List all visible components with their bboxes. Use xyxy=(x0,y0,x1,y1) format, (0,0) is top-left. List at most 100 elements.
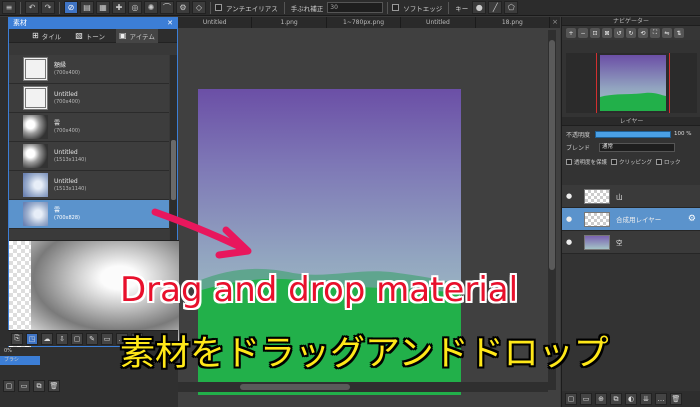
paste-icon[interactable]: ⎘ xyxy=(11,332,23,345)
material-list-scrollbar[interactable] xyxy=(170,55,177,245)
material-size: (1513x1140) xyxy=(54,185,87,192)
delete-icon[interactable]: 🗑 xyxy=(48,380,60,392)
layer-name: 合成用レイヤー xyxy=(616,216,662,224)
mask-icon[interactable]: ◐ xyxy=(625,393,637,405)
list-item-selected[interactable]: 雲 (700x828) xyxy=(9,200,169,229)
tab-tone[interactable]: ▧ トーン xyxy=(72,29,108,43)
more-icon[interactable]: … xyxy=(655,393,667,405)
file-icon[interactable]: ▢ xyxy=(71,332,83,345)
tab-tile[interactable]: ⊞ タイル xyxy=(29,29,64,43)
eye-icon[interactable]: ● xyxy=(562,215,576,223)
merge-icon[interactable]: ⇊ xyxy=(640,393,652,405)
tone-icon: ▧ xyxy=(75,31,83,40)
opacity-slider[interactable] xyxy=(595,130,671,138)
document-tab[interactable]: 18.png xyxy=(476,17,551,28)
edit-icon[interactable]: ✎ xyxy=(86,332,98,345)
eye-icon[interactable]: ● xyxy=(562,192,576,200)
snap-cross-icon[interactable]: ✚ xyxy=(112,1,126,14)
key-line-icon[interactable]: ╱ xyxy=(488,1,503,14)
checkbox[interactable] xyxy=(566,159,572,165)
close-tab-icon[interactable]: × xyxy=(550,17,560,28)
flip-icon[interactable]: ⇋ xyxy=(662,28,672,38)
list-item[interactable]: 額縁 (700x400) xyxy=(9,55,169,84)
close-icon[interactable]: ✕ xyxy=(167,18,173,29)
list-item[interactable]: Untitled (1513x1140) xyxy=(9,142,169,171)
document-tab[interactable]: 1~780px.png xyxy=(327,17,402,28)
canvas-horizontal-scrollbar[interactable] xyxy=(178,382,548,392)
tile-icon: ⊞ xyxy=(32,31,39,40)
zoom-out-icon[interactable]: − xyxy=(578,28,588,38)
layer-row[interactable]: ● 山 xyxy=(562,185,700,208)
add-layer-menu-icon[interactable]: ⊕ xyxy=(595,393,607,405)
blend-label: ブレンド xyxy=(566,144,591,152)
rotate-left-icon[interactable]: ↺ xyxy=(614,28,624,38)
navigator-view[interactable] xyxy=(566,53,697,113)
folder-icon[interactable]: ▭ xyxy=(101,332,113,345)
material-thumbnail xyxy=(23,115,48,139)
scrollbar-thumb[interactable] xyxy=(171,140,176,200)
option-label: ロック xyxy=(664,160,681,166)
download-icon[interactable]: ⇩ xyxy=(56,332,68,345)
lock-option[interactable]: ロック xyxy=(656,158,681,166)
layer-row-selected[interactable]: ● 合成用レイヤー ⚙ xyxy=(562,208,700,231)
softedge-checkbox[interactable] xyxy=(392,4,400,11)
settings-icon[interactable]: ⚙ xyxy=(176,1,190,14)
key-dot-icon[interactable]: ● xyxy=(472,1,487,14)
delete-icon[interactable]: 🗑 xyxy=(670,393,682,405)
checkbox[interactable] xyxy=(656,159,663,165)
gear-icon[interactable]: ⚙ xyxy=(688,214,696,224)
fit-icon[interactable]: ⊡ xyxy=(590,28,600,38)
perspective-icon[interactable]: ◇ xyxy=(192,1,206,14)
folder-icon[interactable]: ▭ xyxy=(18,380,30,392)
undo-icon[interactable]: ↶ xyxy=(25,1,39,14)
document-tab[interactable]: 1.png xyxy=(252,17,327,28)
opacity-row: 不透明度 100 % xyxy=(566,129,698,139)
material-panel-title[interactable]: 素材 ✕ xyxy=(9,18,177,29)
list-item[interactable]: 雲 (700x400) xyxy=(9,113,169,142)
fullscreen-icon[interactable]: ⛶ xyxy=(650,28,660,38)
checkbox[interactable] xyxy=(611,159,618,165)
tab-item[interactable]: ▣ アイテム xyxy=(115,28,158,43)
document-tab[interactable]: Untitled xyxy=(401,17,476,28)
blend-select[interactable]: 通常 xyxy=(599,142,675,152)
copy-icon[interactable]: ⧉ xyxy=(610,393,622,405)
actual-size-icon[interactable]: ⊠ xyxy=(602,28,612,38)
list-item[interactable]: Untitled (1513x1140) xyxy=(9,171,169,200)
snap-radial-icon[interactable]: ✺ xyxy=(144,1,158,14)
stabilizer-select[interactable]: 30 xyxy=(327,2,384,13)
snap-grid-icon[interactable]: ▦ xyxy=(96,1,110,14)
document-tab[interactable]: Untitled xyxy=(178,17,253,28)
zoom-in-icon[interactable]: + xyxy=(566,28,576,38)
eye-icon[interactable]: ● xyxy=(562,238,576,246)
add-material-icon[interactable]: ◳ xyxy=(26,332,38,345)
layer-name: 空 xyxy=(616,239,623,247)
clipping-option[interactable]: クリッピング xyxy=(611,158,652,166)
menu-icon[interactable]: ≡ xyxy=(2,1,16,14)
snap-parallel-icon[interactable]: ▤ xyxy=(80,1,94,14)
file-icon[interactable]: ▢ xyxy=(3,380,15,392)
layer-name: 山 xyxy=(616,193,623,201)
brush-row[interactable]: ブラシ xyxy=(0,356,40,365)
redo-icon[interactable]: ↷ xyxy=(41,1,55,14)
flip-vertical-icon[interactable]: ⇅ xyxy=(674,28,684,38)
new-folder-icon[interactable]: ▭ xyxy=(580,393,592,405)
list-item[interactable]: Untitled (700x400) xyxy=(9,84,169,113)
new-layer-icon[interactable]: ▢ xyxy=(565,393,577,405)
rotate-right-icon[interactable]: ↻ xyxy=(626,28,636,38)
antialias-checkbox[interactable] xyxy=(215,4,222,11)
cloud-icon[interactable]: ☁ xyxy=(41,332,53,345)
protect-alpha-option[interactable]: 透明度を保護 xyxy=(566,158,607,166)
snap-curve-icon[interactable]: ⌒ xyxy=(160,1,174,14)
scrollbar-thumb[interactable] xyxy=(549,40,555,270)
reset-rotation-icon[interactable]: ⟲ xyxy=(638,28,648,38)
material-thumbnail xyxy=(23,86,48,110)
snap-off-icon[interactable]: ⊘ xyxy=(64,1,78,14)
layer-row[interactable]: ● 空 xyxy=(562,231,700,254)
material-list: 額縁 (700x400) Untitled (700x400) 雲 (700x400)… xyxy=(9,55,169,245)
material-size: (1513x1140) xyxy=(54,156,87,163)
copy-icon[interactable]: ⧉ xyxy=(33,380,45,392)
scrollbar-thumb[interactable] xyxy=(240,384,350,390)
key-shape-icon[interactable]: ⬠ xyxy=(504,1,519,14)
snap-concentric-icon[interactable]: ◎ xyxy=(128,1,142,14)
option-label: クリッピング xyxy=(619,160,653,166)
